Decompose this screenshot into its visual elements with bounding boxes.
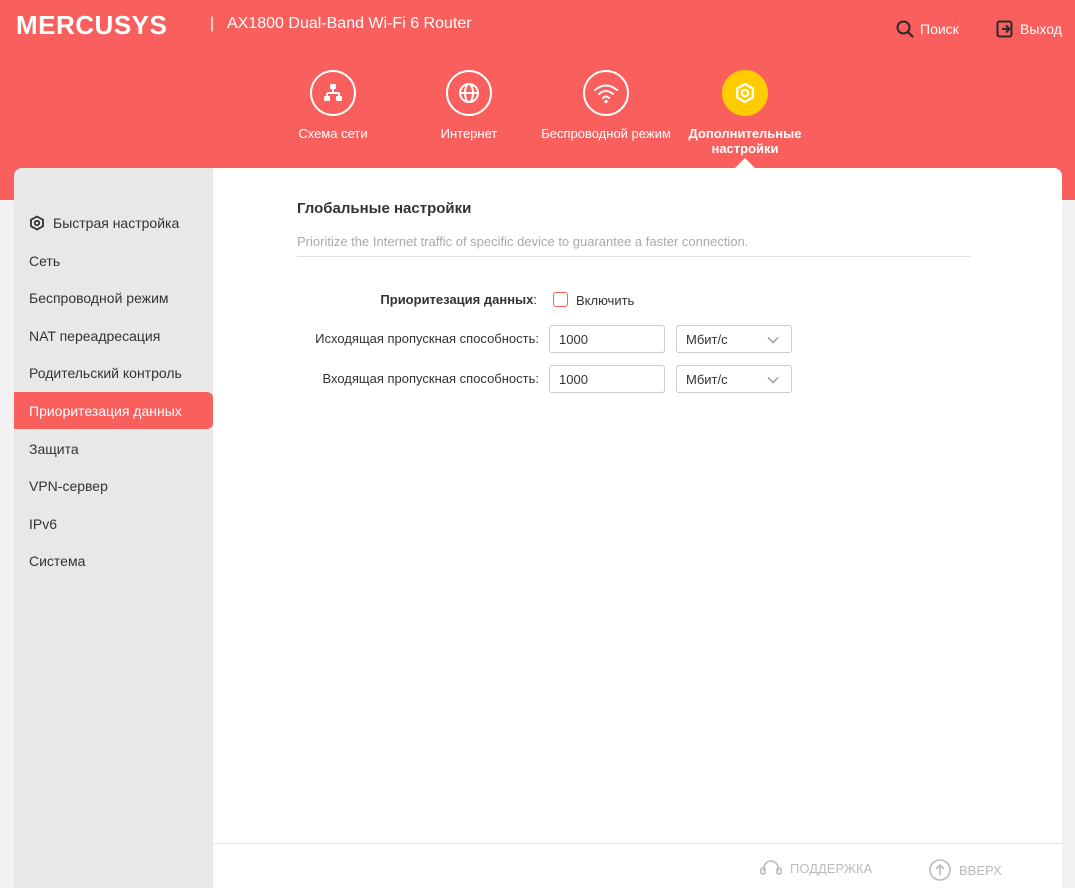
headset-icon (760, 860, 782, 875)
sidebar-item-label: Приоритезация данных (29, 402, 182, 419)
priority-label: Приоритезация данных: (293, 292, 537, 307)
wifi-icon (594, 84, 618, 104)
logout-button[interactable]: Выход (996, 20, 1062, 38)
sidebar-item-security[interactable]: Защита (14, 430, 213, 467)
nav-wireless[interactable]: Беспроводной режим (541, 70, 671, 141)
nav-wireless-circle (583, 70, 629, 116)
nav-advanced-label: Дополнительные настройки (688, 126, 802, 156)
brand-logo: MERCUSYS (16, 10, 168, 40)
priority-label-text: Приоритезация данных (380, 292, 534, 307)
sidebar: Быстрая настройка Сеть Беспроводной режи… (14, 168, 213, 888)
logout-label: Выход (1020, 21, 1062, 37)
router-model: AX1800 Dual-Band Wi-Fi 6 Router (227, 15, 472, 32)
section-description: Prioritize the Internet traffic of speci… (297, 234, 749, 249)
nav-network-map[interactable]: Схема сети (268, 70, 398, 141)
search-icon (896, 20, 914, 38)
content-area: Глобальные настройки Prioritize the Inte… (213, 168, 1062, 843)
sidebar-item-nat[interactable]: NAT переадресация (14, 317, 213, 354)
upload-unit-select[interactable]: Мбит/с (676, 325, 792, 353)
priority-enable-label[interactable]: Включить (576, 293, 634, 308)
sidebar-item-wireless[interactable]: Беспроводной режим (14, 279, 213, 316)
logout-icon (996, 20, 1013, 38)
nav-advanced[interactable]: Дополнительные настройки (680, 70, 810, 156)
support-link[interactable]: ПОДДЕРЖКА (759, 858, 872, 878)
arrow-up-icon (929, 859, 951, 881)
sidebar-item-label: Беспроводной режим (29, 289, 169, 306)
globe-icon (459, 83, 479, 103)
download-bandwidth-label: Входящая пропускная способность: (322, 371, 539, 386)
sidebar-item-ipv6[interactable]: IPv6 (14, 505, 213, 542)
search-label: Поиск (920, 21, 959, 37)
download-bandwidth-input[interactable] (549, 365, 665, 393)
download-unit-value: Мбит/с (686, 371, 728, 387)
nav-internet[interactable]: Интернет (404, 70, 534, 141)
page-footer: ПОДДЕРЖКА ВВЕРХ (213, 843, 1062, 888)
nav-active-pointer (735, 158, 755, 168)
nav-internet-circle (446, 70, 492, 116)
chevron-down-icon (767, 377, 779, 384)
download-unit-select[interactable]: Мбит/с (676, 365, 792, 393)
nav-advanced-circle (722, 70, 768, 116)
section-divider (297, 256, 971, 257)
sidebar-item-system[interactable]: Система (14, 542, 213, 579)
sidebar-item-label: NAT переадресация (29, 327, 161, 344)
main-card: Быстрая настройка Сеть Беспроводной режи… (14, 168, 1062, 888)
priority-enable-checkbox[interactable] (553, 292, 568, 307)
sidebar-item-qos[interactable]: Приоритезация данных (14, 392, 213, 429)
section-title: Глобальные настройки (297, 200, 472, 217)
upload-unit-value: Мбит/с (686, 331, 728, 347)
nav-network-map-circle (310, 70, 356, 116)
nav-wireless-label: Беспроводной режим (541, 126, 671, 141)
chevron-down-icon (767, 337, 779, 344)
sidebar-item-vpn[interactable]: VPN-сервер (14, 467, 213, 504)
brand-separator: | (210, 15, 215, 32)
sidebar-item-label: Родительский контроль (29, 364, 182, 381)
nav-network-map-label: Схема сети (298, 126, 368, 141)
sidebar-item-label: Сеть (29, 252, 61, 269)
back-to-top-link[interactable]: ВВЕРХ (928, 858, 1002, 882)
quick-setup-icon (30, 214, 44, 231)
network-map-icon (324, 84, 342, 101)
sidebar-item-label: Система (29, 552, 86, 569)
sidebar-item-label: Быстрая настройка (53, 214, 180, 231)
nav-internet-label: Интернет (440, 126, 498, 141)
sidebar-item-label: IPv6 (29, 515, 58, 532)
sidebar-item-label: Защита (29, 440, 79, 457)
support-label: ПОДДЕРЖКА (790, 860, 873, 876)
gear-icon (736, 82, 754, 104)
search-button[interactable]: Поиск (896, 20, 959, 38)
top-label: ВВЕРХ (959, 862, 1002, 878)
upload-bandwidth-label: Исходящая пропускная способность: (315, 331, 539, 346)
upload-bandwidth-input[interactable] (549, 325, 665, 353)
priority-label-colon: : (533, 292, 537, 307)
sidebar-item-label: VPN-сервер (29, 477, 108, 494)
sidebar-item-network[interactable]: Сеть (14, 242, 213, 279)
sidebar-item-parental[interactable]: Родительский контроль (14, 354, 213, 391)
sidebar-item-quick-setup[interactable]: Быстрая настройка (14, 204, 213, 241)
